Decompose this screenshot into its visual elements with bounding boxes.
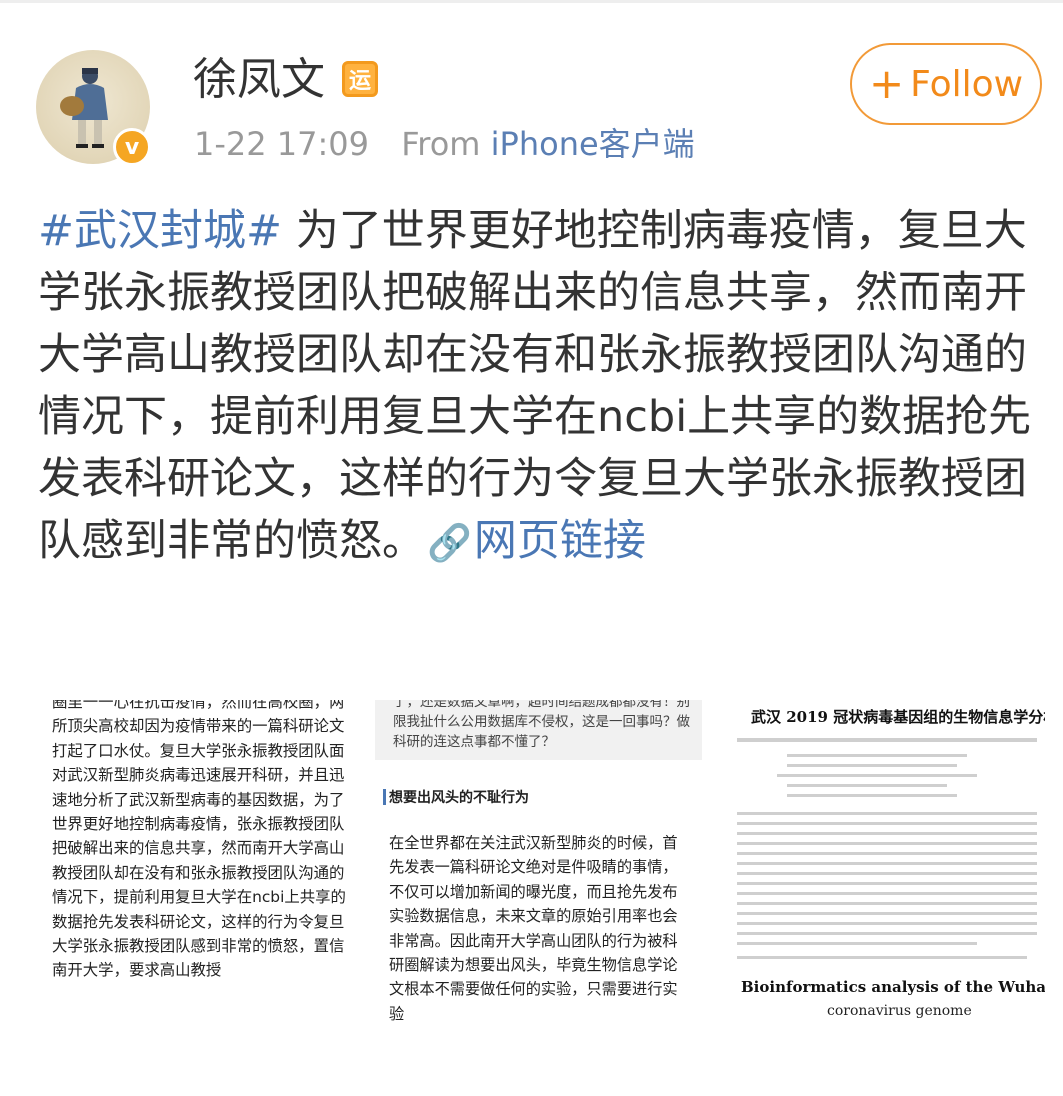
paper-abstract-line [737,812,1037,815]
paper-abstract-line [737,912,1037,915]
paper-abstract-line [737,832,1037,835]
web-link[interactable]: 网页链接 [474,516,646,566]
paper-abstract-line [737,842,1037,845]
paper-abstract-line [737,882,1037,885]
paper-affiliation-line [787,754,967,757]
follow-button[interactable]: + Follow [850,43,1042,125]
image-2-body: 在全世界都在关注武汉新型肺炎的时候，首先发表一篇科研论文绝对是件吸睛的事情，不仅… [389,834,678,1023]
paper-affiliation-line [787,764,957,767]
post-body: 为了世界更好地控制病毒疫情，复旦大学张永振教授团队把破解出来的信息共享，然而南开… [38,206,1032,566]
follow-label: Follow [910,63,1024,105]
source-prefix: From [401,125,481,163]
paper-abstract-line [737,902,1037,905]
paper-abstract-line [737,922,1037,925]
paper-affiliation-line [787,784,947,787]
paper-authors-line [737,738,1037,742]
paper-abstract-line [737,872,1037,875]
paper-title: 武汉 2019 冠状病毒基因组的生物信息学分析 [751,708,1045,726]
post-image-2[interactable]: 了，还是数据文章啊，超时间结题成都都没有！别限我扯什么公用数据库不侵权，这是一回… [375,700,702,1030]
paper-abstract-line [737,822,1037,825]
plus-icon: + [868,59,905,108]
post-time: 1-22 17:09 [194,125,370,163]
paper-english-title: Bioinformatics analysis of the Wuhan 201… [741,978,1045,996]
paper-keywords-line [737,942,977,945]
image-2-quote: 了，还是数据文章啊，超时间结题成都都没有！别限我扯什么公用数据库不侵权，这是一回… [393,700,690,750]
paper-abstract-line [737,862,1037,865]
paper-abstract-line [737,852,1037,855]
paper-affiliation-line [787,794,957,797]
yun-badge-icon[interactable]: 运 [342,61,378,97]
post-image-3[interactable]: 武汉 2019 冠状病毒基因组的生物信息学分析 Bioinformatics a… [727,700,1045,1030]
post-image-1[interactable]: 圈里一一心在抗击疫情，然而在高校圈，两所顶尖高校却因为疫情带来的一篇科研论文打起… [38,700,358,1030]
username[interactable]: 徐凤文 [193,54,325,106]
post-meta: 1-22 17:09 From iPhone客户端 [194,124,695,164]
paper-abstract-line [737,892,1037,895]
paper-classification-line [737,956,1027,959]
topic-link[interactable]: #武汉封城# [38,206,282,256]
post-text: #武汉封城# 为了世界更好地控制病毒疫情，复旦大学张永振教授团队把破解出来的信息… [38,200,1038,575]
image-1-text: 圈里一一心在抗击疫情，然而在高校圈，两所顶尖高校却因为疫情带来的一篇科研论文打起… [52,700,346,980]
paper-affiliation-line [777,774,977,777]
image-2-heading-bar [383,789,386,805]
top-divider [0,0,1063,3]
paper-english-subtitle: coronavirus genome [827,1003,972,1019]
verified-badge-icon: v [113,128,151,166]
source-link[interactable]: iPhone客户端 [491,125,695,163]
paper-abstract-line [737,932,1037,935]
link-icon: 🔗 [427,523,472,564]
image-2-heading: 想要出风头的不耻行为 [389,790,529,806]
